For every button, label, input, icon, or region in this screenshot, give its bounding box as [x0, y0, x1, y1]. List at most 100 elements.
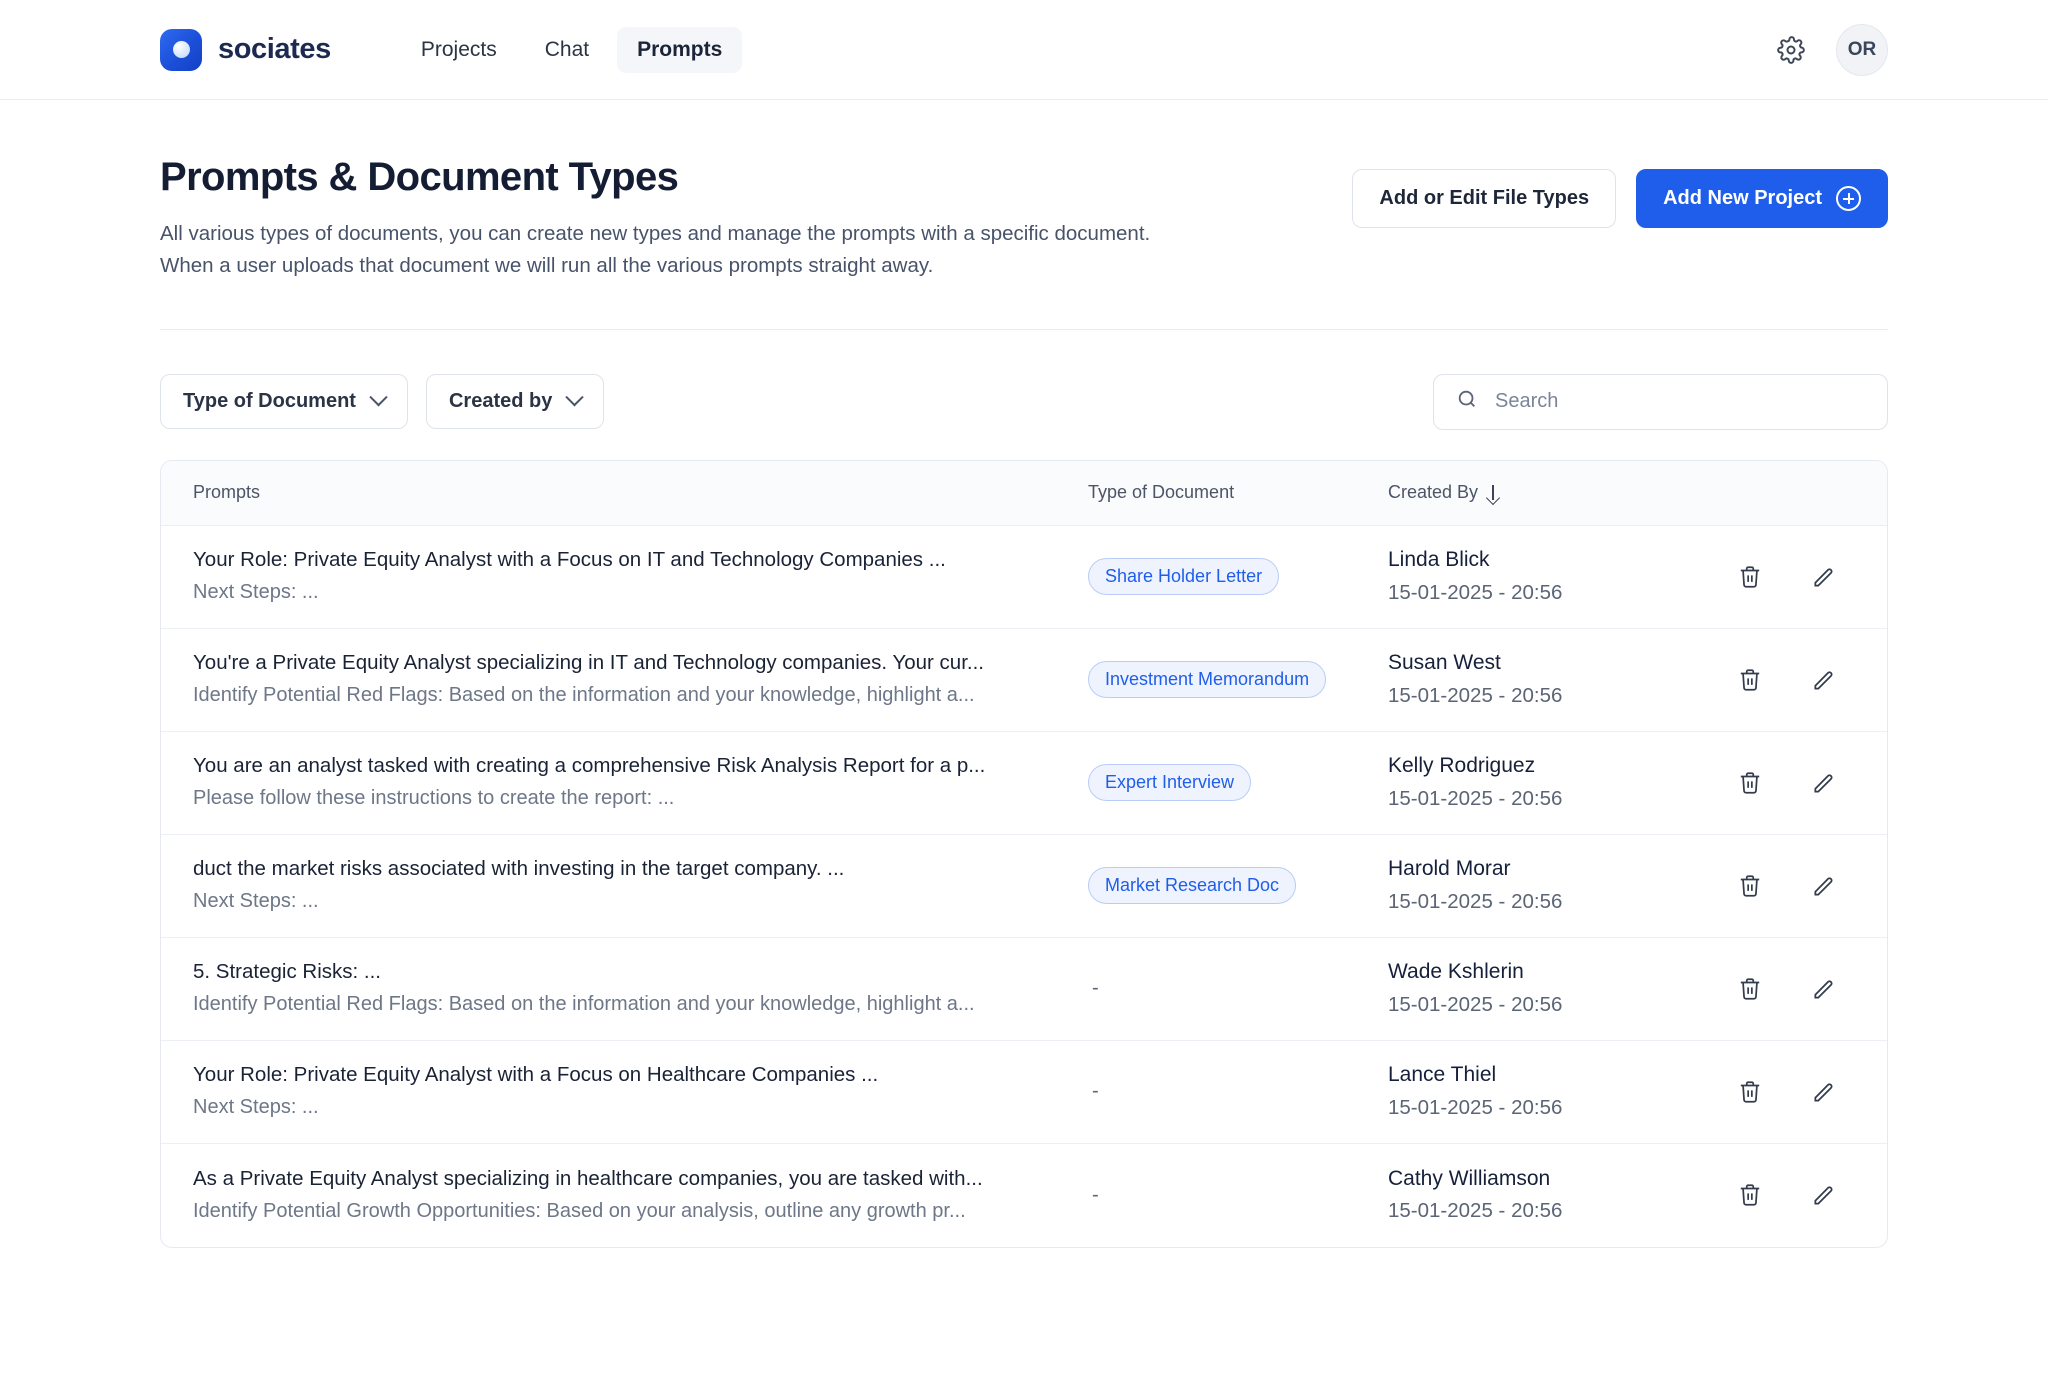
nav-item-prompts[interactable]: Prompts [617, 26, 743, 73]
search-box[interactable] [1433, 373, 1888, 430]
cell-prompt: 5. Strategic Risks: ... Identify Potenti… [193, 958, 1088, 1019]
author-name: Wade Kshlerin [1388, 960, 1524, 984]
page-content: Prompts & Document Types All various typ… [0, 100, 2048, 1248]
plus-circle-icon [1836, 186, 1861, 211]
nav-item-chat[interactable]: Chat [525, 27, 609, 73]
trash-icon[interactable] [1733, 560, 1767, 594]
cell-type-of-document: Share Holder Letter [1088, 558, 1388, 596]
add-new-project-button[interactable]: Add New Project [1636, 169, 1888, 228]
trash-icon[interactable] [1733, 663, 1767, 697]
cell-type-of-document: - [1088, 977, 1388, 1000]
add-or-edit-file-types-button[interactable]: Add or Edit File Types [1352, 169, 1617, 228]
table-row[interactable]: You're a Private Equity Analyst speciali… [161, 629, 1887, 732]
trash-icon[interactable] [1733, 1075, 1767, 1109]
author-name: Susan West [1388, 651, 1501, 675]
prompt-main-text: duct the market risks associated with in… [193, 857, 845, 881]
page-header-text: Prompts & Document Types All various typ… [160, 155, 1150, 283]
cell-type-of-document: Investment Memorandum [1088, 661, 1388, 699]
cell-created-by: Lance Thiel 15-01-2025 - 20:56 [1388, 1061, 1708, 1122]
trash-icon[interactable] [1733, 972, 1767, 1006]
search-icon [1456, 388, 1478, 415]
arrow-down-icon [1487, 484, 1498, 501]
prompt-main-text: You're a Private Equity Analyst speciali… [193, 651, 984, 675]
filter-type-of-document[interactable]: Type of Document [160, 374, 408, 430]
table-row[interactable]: You are an analyst tasked with creating … [161, 732, 1887, 835]
prompts-table: Prompts Type of Document Created By Your… [160, 459, 1888, 1248]
trash-icon[interactable] [1733, 766, 1767, 800]
filter-created-by[interactable]: Created by [425, 374, 605, 430]
nav-links: Projects Chat Prompts [401, 26, 743, 73]
author-date: 15-01-2025 - 20:56 [1388, 786, 1563, 810]
prompt-sub-text: Next Steps: ... [193, 1096, 319, 1119]
created-by-sort-control[interactable]: Created By [1388, 482, 1498, 503]
brand-logo[interactable]: sociates [160, 28, 331, 71]
column-header-created-by[interactable]: Created By [1388, 482, 1708, 503]
author-date: 15-01-2025 - 20:56 [1388, 580, 1563, 604]
cell-created-by: Susan West 15-01-2025 - 20:56 [1388, 649, 1708, 710]
cell-prompt: You're a Private Equity Analyst speciali… [193, 649, 1088, 710]
pencil-icon[interactable] [1807, 766, 1841, 800]
header-divider [160, 328, 1888, 330]
author-name: Harold Morar [1388, 857, 1511, 881]
author-name: Kelly Rodriguez [1388, 754, 1536, 778]
filter-type-of-document-label: Type of Document [183, 390, 356, 413]
filter-group: Type of Document Created by [160, 374, 605, 430]
prompt-sub-text: Identify Potential Red Flags: Based on t… [193, 993, 975, 1016]
pencil-icon[interactable] [1807, 869, 1841, 903]
cell-type-of-document: - [1088, 1184, 1388, 1207]
chevron-down-icon [369, 388, 388, 407]
table-row[interactable]: duct the market risks associated with in… [161, 835, 1887, 938]
cell-prompt: Your Role: Private Equity Analyst with a… [193, 546, 1088, 607]
topbar-right-group: OR [1774, 23, 1888, 76]
gear-icon[interactable] [1774, 33, 1808, 67]
avatar[interactable]: OR [1836, 23, 1888, 76]
table-row[interactable]: Your Role: Private Equity Analyst with a… [161, 1041, 1887, 1144]
prompt-main-text: You are an analyst tasked with creating … [193, 754, 986, 778]
pencil-icon[interactable] [1807, 560, 1841, 594]
table-body: Your Role: Private Equity Analyst with a… [161, 526, 1887, 1247]
table-header-row: Prompts Type of Document Created By [161, 460, 1887, 526]
chevron-down-icon [565, 388, 585, 407]
filter-created-by-label: Created by [448, 390, 553, 413]
search-input[interactable] [1493, 389, 1865, 415]
pencil-icon[interactable] [1807, 1075, 1841, 1109]
cell-prompt: You are an analyst tasked with creating … [193, 752, 1088, 813]
prompt-sub-text: Next Steps: ... [193, 581, 319, 604]
trash-icon[interactable] [1733, 1178, 1767, 1212]
logo-inner-dot [172, 41, 190, 58]
cell-prompt: Your Role: Private Equity Analyst with a… [193, 1061, 1088, 1122]
cell-type-of-document: Expert Interview [1088, 764, 1388, 802]
author-name: Cathy Williamson [1388, 1166, 1551, 1190]
cell-created-by: Kelly Rodriguez 15-01-2025 - 20:56 [1388, 752, 1708, 813]
column-header-type-of-document: Type of Document [1088, 482, 1235, 503]
cell-type-of-document: - [1088, 1080, 1388, 1103]
prompt-sub-text: Next Steps: ... [193, 890, 319, 913]
table-row[interactable]: As a Private Equity Analyst specializing… [161, 1144, 1887, 1247]
pencil-icon[interactable] [1807, 972, 1841, 1006]
document-type-tag: Investment Memorandum [1088, 661, 1327, 699]
nav-item-projects[interactable]: Projects [401, 27, 517, 73]
cell-row-actions [1708, 560, 1887, 594]
trash-icon[interactable] [1733, 869, 1767, 903]
prompt-sub-text: Please follow these instructions to crea… [193, 787, 675, 810]
author-date: 15-01-2025 - 20:56 [1388, 1095, 1563, 1119]
column-header-created-by-label: Created By [1388, 482, 1479, 503]
author-date: 15-01-2025 - 20:56 [1388, 1199, 1563, 1223]
table-row[interactable]: 5. Strategic Risks: ... Identify Potenti… [161, 938, 1887, 1041]
cell-created-by: Linda Blick 15-01-2025 - 20:56 [1388, 546, 1708, 607]
prompt-main-text: 5. Strategic Risks: ... [193, 960, 381, 984]
cell-row-actions [1708, 869, 1887, 903]
pencil-icon[interactable] [1807, 1178, 1841, 1212]
cell-prompt: As a Private Equity Analyst specializing… [193, 1165, 1088, 1226]
author-date: 15-01-2025 - 20:56 [1388, 683, 1563, 707]
table-row[interactable]: Your Role: Private Equity Analyst with a… [161, 526, 1887, 629]
prompt-sub-text: Identify Potential Red Flags: Based on t… [193, 684, 975, 707]
brand-name: sociates [218, 33, 331, 65]
pencil-icon[interactable] [1807, 663, 1841, 697]
cell-row-actions [1708, 1075, 1887, 1109]
prompt-main-text: As a Private Equity Analyst specializing… [193, 1166, 983, 1190]
cell-row-actions [1708, 663, 1887, 697]
cell-row-actions [1708, 972, 1887, 1006]
author-date: 15-01-2025 - 20:56 [1388, 889, 1563, 913]
document-type-tag: - [1092, 1080, 1099, 1103]
